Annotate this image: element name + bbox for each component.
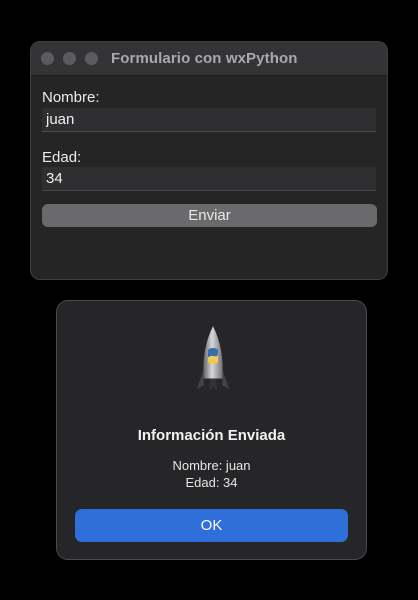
- python-rocket-icon: [197, 323, 229, 391]
- alert-message-name: Nombre: juan: [172, 458, 251, 473]
- alert-title: Información Enviada: [137, 427, 286, 444]
- information-alert-dialog: Información Enviada Nombre: juan Edad: 3…: [56, 300, 367, 560]
- title-bar[interactable]: Formulario con wxPython: [31, 42, 387, 76]
- age-field[interactable]: [42, 167, 376, 191]
- minimize-window-button[interactable]: [63, 52, 76, 65]
- form-window: Formulario con wxPython Nombre: Edad: En…: [30, 41, 388, 280]
- send-button[interactable]: Enviar: [42, 204, 377, 227]
- close-window-button[interactable]: [41, 52, 54, 65]
- ok-button[interactable]: OK: [75, 509, 348, 542]
- name-label: Nombre:: [42, 89, 100, 106]
- window-title: Formulario con wxPython: [111, 50, 298, 67]
- age-label: Edad:: [42, 149, 82, 166]
- name-field[interactable]: [42, 108, 376, 132]
- zoom-window-button[interactable]: [85, 52, 98, 65]
- alert-message-age: Edad: 34: [185, 475, 238, 490]
